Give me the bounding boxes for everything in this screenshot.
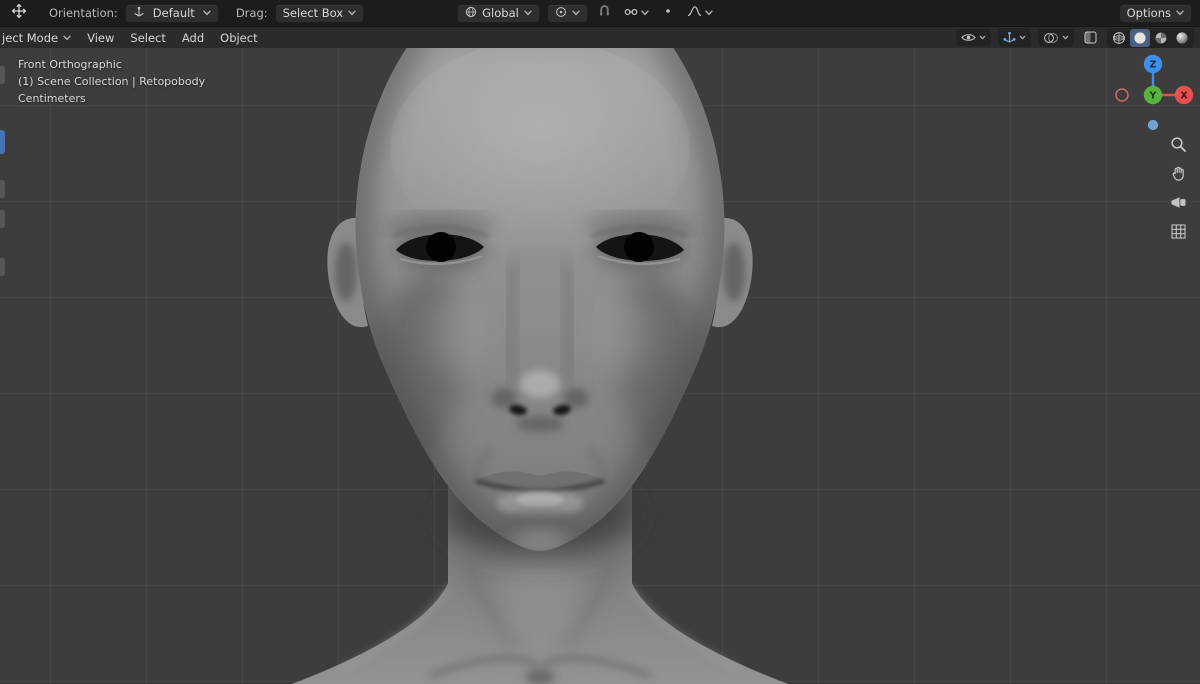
zoom-button[interactable]: [1168, 136, 1188, 156]
scene-info-text: (1) Scene Collection | Retopobody: [18, 75, 206, 88]
chevron-down-icon: [348, 10, 356, 16]
axis-z-label: Z: [1150, 60, 1157, 71]
shading-group: [1107, 27, 1194, 48]
gizmo-axes-icon: [1003, 31, 1016, 44]
grid-icon: [1170, 223, 1186, 243]
eye-icon: [961, 32, 976, 43]
toolbar-edge-active-tool[interactable]: [0, 130, 5, 154]
viewport-header: ject Mode View Select Add Object: [0, 26, 1200, 48]
proportional-editing-toggle[interactable]: [659, 3, 677, 23]
shading-solid-button[interactable]: [1130, 28, 1150, 47]
material-sphere-icon: [1154, 31, 1168, 45]
proportional-dot-icon: [662, 5, 674, 21]
magnet-icon: [598, 4, 611, 22]
shading-rendered-button[interactable]: [1172, 29, 1192, 47]
menu-object[interactable]: Object: [212, 28, 265, 48]
pivot-point-icon: [555, 6, 567, 21]
menu-add[interactable]: Add: [174, 28, 212, 48]
pivot-point-dropdown[interactable]: [546, 3, 588, 23]
gizmos-group: [998, 28, 1031, 47]
overlays-group: [1038, 28, 1074, 47]
hand-icon: [1171, 165, 1186, 185]
snapping-toggle[interactable]: [595, 3, 614, 24]
show-gizmos-dropdown[interactable]: [1000, 29, 1029, 46]
view-name-text: Front Orthographic: [18, 58, 122, 71]
axis-x-label: X: [1180, 91, 1188, 102]
menu-select[interactable]: Select: [122, 28, 173, 48]
toolbar-edge: [0, 48, 5, 684]
chevron-down-icon: [203, 10, 211, 16]
move-tool-button[interactable]: [8, 1, 30, 25]
orientation-value: Default: [152, 6, 195, 20]
chevron-down-icon: [1176, 10, 1184, 16]
chevron-down-icon: [705, 10, 713, 16]
viewport-nav-controls: [1168, 136, 1188, 243]
axis-neg-x-ball[interactable]: [1115, 88, 1129, 102]
magnifier-icon: [1170, 136, 1187, 157]
shading-wireframe-button[interactable]: [1109, 29, 1129, 47]
transform-orientation-dropdown[interactable]: Global: [457, 3, 540, 23]
overlays-icon: [1043, 32, 1059, 44]
wireframe-sphere-icon: [1112, 31, 1126, 45]
transform-orientation-value: Global: [482, 6, 519, 20]
chevron-down-icon: [1062, 35, 1069, 40]
options-label: Options: [1126, 6, 1171, 20]
drag-label: Drag:: [235, 6, 268, 20]
3d-viewport[interactable]: Front Orthographic (1) Scene Collection …: [0, 48, 1200, 684]
mode-dropdown[interactable]: ject Mode: [0, 29, 79, 47]
ortho-toggle-button[interactable]: [1168, 223, 1188, 243]
drag-dropdown[interactable]: Select Box: [274, 3, 365, 23]
menu-view[interactable]: View: [79, 28, 122, 48]
show-overlays-dropdown[interactable]: [1040, 30, 1072, 46]
toolbar-edge-fragment[interactable]: [0, 258, 5, 276]
tool-settings-bar: Orientation: Default Drag: Select Box Gl…: [0, 0, 1200, 26]
options-dropdown[interactable]: Options: [1118, 3, 1192, 23]
rendered-sphere-icon: [1175, 31, 1189, 45]
chevron-down-icon: [524, 10, 532, 16]
toolbar-edge-fragment[interactable]: [0, 66, 5, 84]
view-axis-gizmo[interactable]: Z X Y: [1111, 53, 1195, 137]
solid-sphere-icon: [1133, 31, 1147, 45]
chevron-down-icon: [979, 35, 986, 40]
orientation-dropdown[interactable]: Default: [124, 3, 219, 23]
axis-neg-z-ball[interactable]: [1147, 119, 1159, 131]
globe-icon: [465, 6, 477, 21]
orientation-label: Orientation:: [49, 6, 118, 20]
camera-icon: [1170, 196, 1187, 213]
transform-orientation-icon: [133, 6, 145, 21]
pan-button[interactable]: [1168, 165, 1188, 185]
head-model[interactable]: [280, 48, 820, 684]
camera-view-button[interactable]: [1168, 194, 1188, 214]
mode-value: ject Mode: [2, 30, 59, 45]
units-text: Centimeters: [18, 92, 86, 105]
xray-icon: [1084, 31, 1097, 44]
proportional-falloff-dropdown[interactable]: [684, 3, 716, 23]
object-visibility-dropdown[interactable]: [958, 30, 989, 45]
transform-options-group: Global: [457, 3, 716, 24]
toolbar-edge-fragment[interactable]: [0, 210, 5, 228]
falloff-curve-icon: [687, 5, 702, 21]
axis-y-label: Y: [1149, 91, 1157, 102]
chevron-down-icon: [641, 10, 649, 16]
blender-window: Orientation: Default Drag: Select Box Gl…: [0, 0, 1200, 684]
viewport-header-controls: [956, 27, 1200, 48]
visibility-group: [956, 29, 991, 46]
xray-toggle[interactable]: [1081, 29, 1100, 46]
shading-material-button[interactable]: [1151, 29, 1171, 47]
viewport-text-overlay: Front Orthographic (1) Scene Collection …: [18, 56, 205, 107]
move-tool-icon: [11, 3, 27, 23]
drag-value: Select Box: [282, 6, 344, 20]
toolbar-edge-fragment[interactable]: [0, 180, 5, 198]
chevron-down-icon: [1019, 35, 1026, 40]
chevron-down-icon: [63, 35, 71, 41]
chevron-down-icon: [572, 10, 580, 16]
snap-with-icon: [624, 6, 638, 21]
snapping-dropdown[interactable]: [621, 4, 652, 23]
